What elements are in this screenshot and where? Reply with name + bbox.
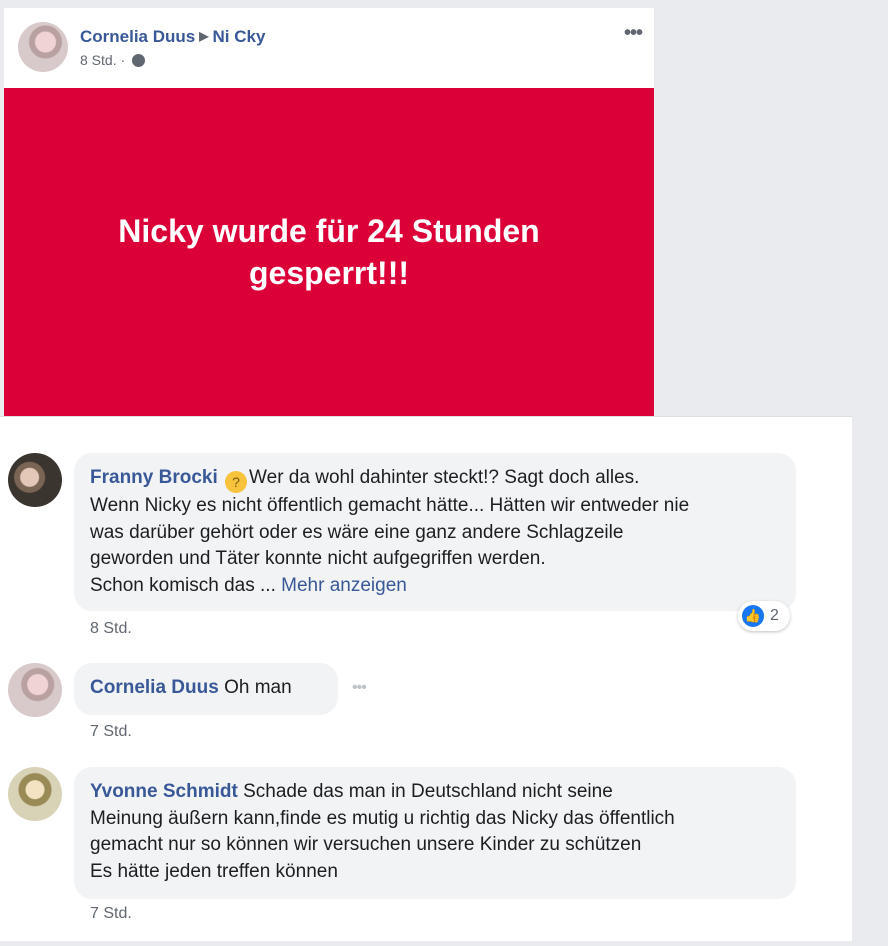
thinking-face-icon: ? [225, 471, 248, 493]
comment-text-line: Wenn Nicky es nicht öffentlich gemacht h… [90, 495, 690, 516]
comment-timestamp[interactable]: 7 Std. [90, 905, 132, 923]
reaction-count: 2 [770, 607, 779, 624]
comment-text-line: geworden und Täter konnte nicht aufgegri… [90, 548, 546, 569]
comment-bubble: Cornelia Duus Oh man [74, 663, 338, 715]
commenter-name-link[interactable]: Yvonne Schmidt [90, 781, 238, 802]
comments-section: Franny Brocki ? Wer da wohl dahinter stec… [0, 416, 852, 941]
comment-text-line: Schade das man in Deutschland nicht sein… [243, 781, 613, 802]
arrow-right-icon: ▶ [199, 29, 209, 43]
reaction-summary[interactable]: 👍 2 [738, 601, 790, 631]
comment-text-line: Wer da wohl dahinter steckt!? Sagt doch … [249, 467, 640, 488]
post-banner[interactable]: Nicky wurde für 24 Stunden gesperrt!!! [4, 88, 654, 416]
comment-text-line: Meinung äußern kann,finde es mutig u ric… [90, 807, 675, 829]
like-icon: 👍 [742, 605, 764, 627]
comment-timestamp[interactable]: 8 Std. [90, 620, 132, 638]
comment-text-line: gemacht nur so können wir versuchen unse… [90, 834, 642, 855]
post-author-line: Cornelia Duus ▶ Ni Cky [80, 27, 265, 47]
comment-bubble: Yvonne Schmidt Schade das man in Deutsch… [74, 767, 796, 899]
post-timestamp[interactable]: 8 Std. · [80, 52, 125, 68]
globe-icon [132, 54, 146, 67]
post-options-button[interactable]: ••• [624, 22, 643, 45]
commenter-avatar[interactable] [8, 767, 62, 821]
comment-text: Oh man [224, 677, 292, 698]
commenter-name-link[interactable]: Cornelia Duus [90, 677, 219, 698]
comment-options-button[interactable]: ••• [352, 679, 367, 697]
banner-text: Nicky wurde für 24 Stunden gesperrt!!! [118, 213, 540, 291]
comment-text-line: was darüber gehört oder es wäre eine gan… [90, 521, 624, 543]
commenter-avatar[interactable] [8, 453, 62, 507]
show-more-link[interactable]: Mehr anzeigen [281, 575, 407, 596]
comment-text-line: Schon komisch das ... [90, 574, 276, 596]
post-card: Cornelia Duus ▶ Ni Cky 8 Std. · ••• Nicky … [4, 8, 654, 416]
comment-bubble: Franny Brocki ? Wer da wohl dahinter stec… [74, 453, 796, 611]
comment-text-line: Es hätte jeden treffen können [90, 860, 338, 882]
post-meta: 8 Std. · [80, 52, 146, 68]
author-avatar[interactable] [18, 22, 68, 72]
target-profile-link[interactable]: Ni Cky [212, 27, 265, 46]
commenter-name-link[interactable]: Franny Brocki [90, 467, 218, 488]
commenter-avatar[interactable] [8, 663, 62, 717]
author-name-link[interactable]: Cornelia Duus [80, 27, 195, 46]
post-header: Cornelia Duus ▶ Ni Cky 8 Std. · ••• [4, 8, 654, 88]
comment-timestamp[interactable]: 7 Std. [90, 723, 132, 741]
